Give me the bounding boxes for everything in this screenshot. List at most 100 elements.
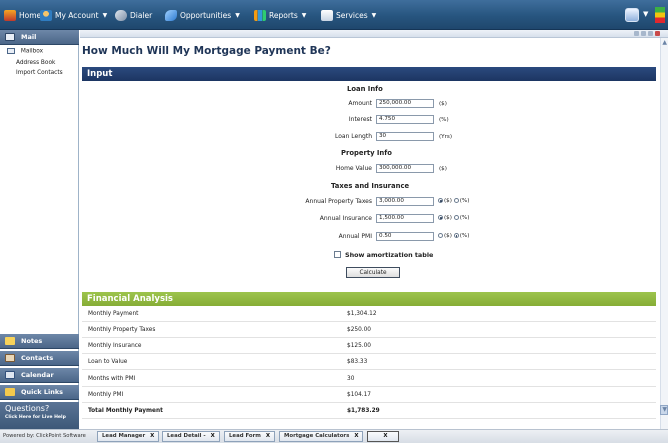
total-row: Total Monthly Payment $1,783.29 <box>82 404 656 419</box>
sidebar-section-contacts[interactable]: Contacts <box>0 351 79 366</box>
row-label: Monthly Property Taxes <box>88 327 156 333</box>
nav-dialer[interactable]: Dialer <box>115 9 152 22</box>
close-icon[interactable] <box>655 31 660 36</box>
nav-services[interactable]: Services ▼ <box>321 9 376 22</box>
vertical-scrollbar[interactable] <box>660 38 668 429</box>
tab-mortgage-calculators[interactable]: Mortgage Calculators X <box>279 431 364 442</box>
status-flag-icon[interactable] <box>655 7 665 23</box>
table-row: Monthly Payment $1,304.12 <box>82 307 656 322</box>
scroll-down-icon[interactable]: ▼ <box>662 406 667 413</box>
pmi-dollar-radio[interactable] <box>438 233 443 238</box>
edit-icon[interactable] <box>625 8 639 22</box>
taxes-percent-radio[interactable] <box>453 198 459 203</box>
tab-lead-form[interactable]: Lead Form X <box>224 431 276 442</box>
quick-links-section-label: Quick Links <box>21 388 64 396</box>
loan-length-field[interactable]: 30 <box>376 132 434 141</box>
close-icon[interactable]: X <box>354 433 358 439</box>
nav-my-account[interactable]: My Account ▼ <box>40 9 107 22</box>
nav-dialer-label: Dialer <box>130 11 153 20</box>
row-value: $125.00 <box>347 343 371 349</box>
notes-icon <box>5 337 15 345</box>
loan-length-label: Loan Length <box>335 133 372 140</box>
pmi-percent-radio[interactable] <box>453 233 459 238</box>
chevron-down-icon: ▼ <box>371 12 377 19</box>
row-label: Monthly Insurance <box>88 343 142 349</box>
close-icon[interactable]: X <box>266 433 270 439</box>
calendar-icon <box>5 371 15 379</box>
row-value: 30 <box>347 376 355 382</box>
annual-pmi-field[interactable]: 0.50 <box>376 232 434 241</box>
page-title: How Much Will My Mortgage Payment Be? <box>82 45 331 57</box>
sidebar-item-mailbox[interactable]: Mailbox <box>7 48 43 55</box>
amount-field[interactable]: 250,000.00 <box>376 99 434 108</box>
close-icon[interactable]: X <box>383 433 387 439</box>
property-info-title: Property Info <box>341 149 392 157</box>
chevron-down-icon: ▼ <box>301 12 307 19</box>
amortization-label: Show amortization table <box>345 251 434 259</box>
taxes-dollar-radio[interactable] <box>438 198 443 203</box>
opportunities-icon <box>165 10 177 21</box>
calculate-button[interactable]: Calculate <box>346 267 400 278</box>
nav-account-label: My Account <box>55 11 99 20</box>
mailbox-icon <box>7 48 15 54</box>
annual-insurance-label: Annual Insurance <box>319 215 372 222</box>
property-taxes-unit-toggle: ($) (%) <box>438 198 469 204</box>
tab-lead-detail[interactable]: Lead Detail - X <box>162 431 220 442</box>
top-nav-bar: Home My Account ▼ Dialer Opportunities ▼… <box>0 0 668 30</box>
nav-opportunities[interactable]: Opportunities ▼ <box>165 9 240 22</box>
annual-pmi-label: Annual PMI <box>338 233 372 240</box>
mail-section-label: Mail <box>21 33 37 41</box>
chevron-down-icon[interactable]: ▼ <box>643 10 648 18</box>
sidebar-section-mail[interactable]: Mail <box>0 30 79 45</box>
property-taxes-field[interactable]: 3,000.00 <box>376 197 434 206</box>
minimize-icon[interactable] <box>634 31 639 36</box>
interest-field[interactable]: 4.750 <box>376 115 434 124</box>
nav-home[interactable]: Home <box>4 9 41 22</box>
sidebar-section-quick-links[interactable]: Quick Links <box>0 385 79 400</box>
row-value: $83.33 <box>347 359 368 365</box>
tab-label: Mortgage Calculators <box>284 433 350 439</box>
home-value-unit: ($) <box>439 166 447 172</box>
calendar-section-label: Calendar <box>21 371 54 379</box>
interest-unit: (%) <box>439 117 449 123</box>
insurance-unit-toggle: ($) (%) <box>438 215 469 221</box>
nav-reports[interactable]: Reports ▼ <box>254 9 306 22</box>
sidebar-item-address-book[interactable]: Address Book <box>16 60 55 66</box>
restore-icon[interactable] <box>641 31 646 36</box>
home-icon <box>4 10 16 21</box>
home-value-field[interactable]: 300,000.00 <box>376 164 434 173</box>
interest-label: Interest <box>348 116 372 123</box>
pmi-unit-toggle: ($) (%) <box>438 233 469 239</box>
sidebar-item-import-contacts[interactable]: Import Contacts <box>16 70 63 76</box>
close-icon[interactable]: X <box>211 433 215 439</box>
taskbar: Powered by: ClickPoint Software Lead Man… <box>0 429 668 443</box>
close-icon[interactable]: X <box>150 433 154 439</box>
notes-section-label: Notes <box>21 337 43 345</box>
insurance-percent-radio[interactable] <box>453 215 459 220</box>
tab-label: Lead Detail - <box>167 433 206 439</box>
input-section-header: Input <box>82 67 656 81</box>
total-label: Total Monthly Payment <box>88 408 163 414</box>
sidebar-section-calendar[interactable]: Calendar <box>0 368 79 383</box>
nav-home-label: Home <box>19 11 42 20</box>
scroll-up-icon[interactable]: ▲ <box>662 39 667 46</box>
maximize-icon[interactable] <box>648 31 653 36</box>
row-label: Monthly PMI <box>88 392 124 398</box>
pmi-dollar-label: ($) <box>444 233 452 239</box>
live-help-box[interactable]: Questions? Click Here for Live Help <box>0 402 79 429</box>
tab-lead-manager[interactable]: Lead Manager X <box>97 431 160 442</box>
tab-active-blank[interactable]: X <box>367 431 399 442</box>
sidebar-section-notes[interactable]: Notes <box>0 334 79 349</box>
chevron-down-icon: ▼ <box>235 12 240 19</box>
mailbox-label: Mailbox <box>20 48 44 55</box>
nav-opportunities-label: Opportunities <box>180 11 232 20</box>
contacts-icon <box>5 354 15 362</box>
annual-insurance-field[interactable]: 1,500.00 <box>376 214 434 223</box>
help-subtitle: Click Here for Live Help <box>5 415 66 420</box>
mail-icon <box>5 33 15 41</box>
taxes-dollar-label: ($) <box>444 198 452 204</box>
insurance-percent-label: (%) <box>459 215 470 221</box>
insurance-dollar-radio[interactable] <box>438 215 443 220</box>
table-row: Monthly Property Taxes $250.00 <box>82 323 656 338</box>
amortization-checkbox[interactable] <box>334 251 341 258</box>
